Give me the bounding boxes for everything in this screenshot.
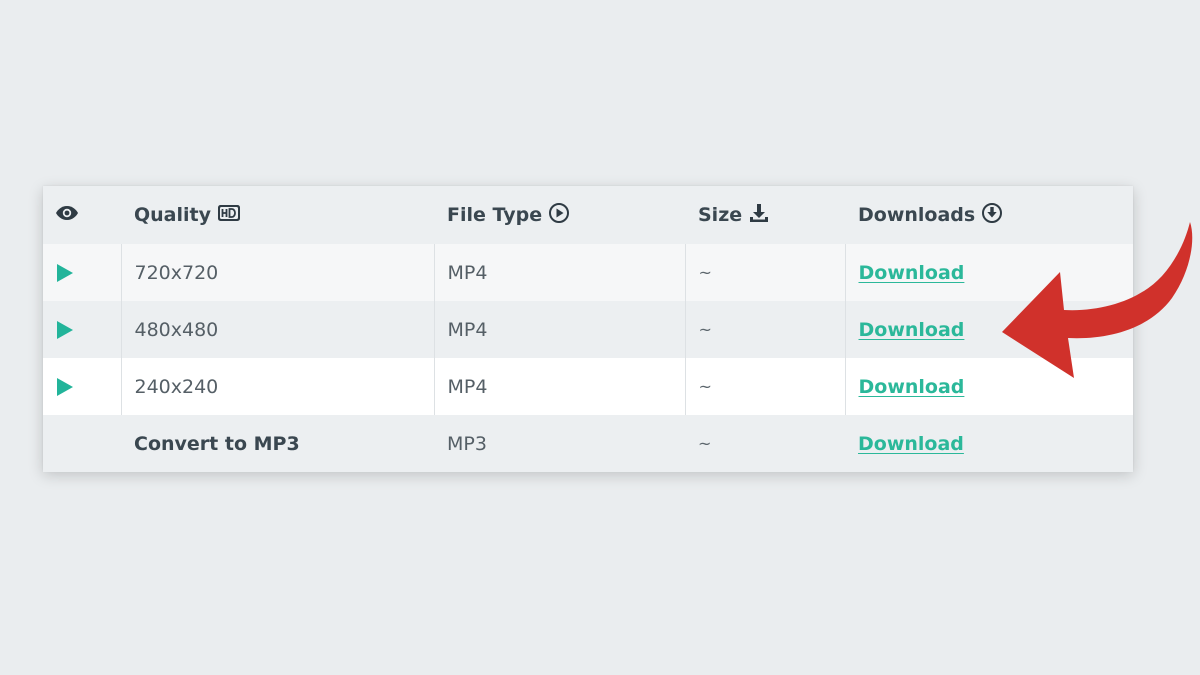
table-row: 240x240 MP4 ~ Download [43, 358, 1133, 415]
preview-cell[interactable] [43, 244, 121, 301]
play-icon[interactable] [57, 378, 73, 396]
file-type-header-label: File Type [447, 204, 543, 226]
quality-header-label: Quality [134, 204, 211, 226]
download-table-card: Quality File Type Size Downloads 720x720… [43, 186, 1133, 472]
download-link[interactable]: Download [859, 262, 965, 284]
table-header-row: Quality File Type Size Downloads [43, 186, 1133, 244]
size-header-label: Size [698, 204, 743, 226]
download-table: Quality File Type Size Downloads 720x720… [43, 186, 1133, 472]
preview-column-header [43, 186, 121, 244]
preview-cell[interactable] [43, 358, 121, 415]
play-icon[interactable] [57, 264, 73, 282]
download-link[interactable]: Download [859, 319, 965, 341]
quality-column-header: Quality [121, 186, 434, 244]
size-column-header: Size [685, 186, 845, 244]
table-row: 720x720 MP4 ~ Download [43, 244, 1133, 301]
file-type-cell: MP4 [433, 301, 685, 358]
file-type-cell: MP3 [447, 432, 487, 455]
red-curved-arrow-icon [1002, 222, 1193, 378]
downloads-header-label: Downloads [858, 204, 976, 226]
download-link[interactable]: Download [858, 433, 964, 455]
file-type-column-header: File Type [434, 186, 685, 244]
size-cell: ~ [684, 358, 845, 415]
size-cell: ~ [684, 244, 845, 301]
size-cell: ~ [698, 434, 712, 453]
file-type-cell: MP4 [433, 244, 685, 301]
quality-cell: 480x480 [120, 301, 434, 358]
preview-cell[interactable] [43, 301, 121, 358]
size-cell: ~ [684, 301, 845, 358]
download-tray-icon [748, 202, 770, 229]
table-row: Convert to MP3 MP3 ~ Download [43, 415, 1133, 472]
quality-cell: 240x240 [120, 358, 434, 415]
play-circle-icon [548, 202, 570, 229]
preview-cell [43, 415, 121, 472]
download-cell: Download [845, 415, 1133, 472]
file-type-cell: MP4 [433, 358, 685, 415]
eye-icon [55, 204, 79, 226]
quality-cell: 720x720 [120, 244, 434, 301]
play-icon[interactable] [57, 321, 73, 339]
page: Quality File Type Size Downloads 720x720… [0, 0, 1200, 675]
convert-to-mp3-label: Convert to MP3 [134, 432, 300, 455]
hd-icon [217, 204, 241, 227]
download-link[interactable]: Download [859, 376, 965, 398]
table-row: 480x480 MP4 ~ Download [43, 301, 1133, 358]
